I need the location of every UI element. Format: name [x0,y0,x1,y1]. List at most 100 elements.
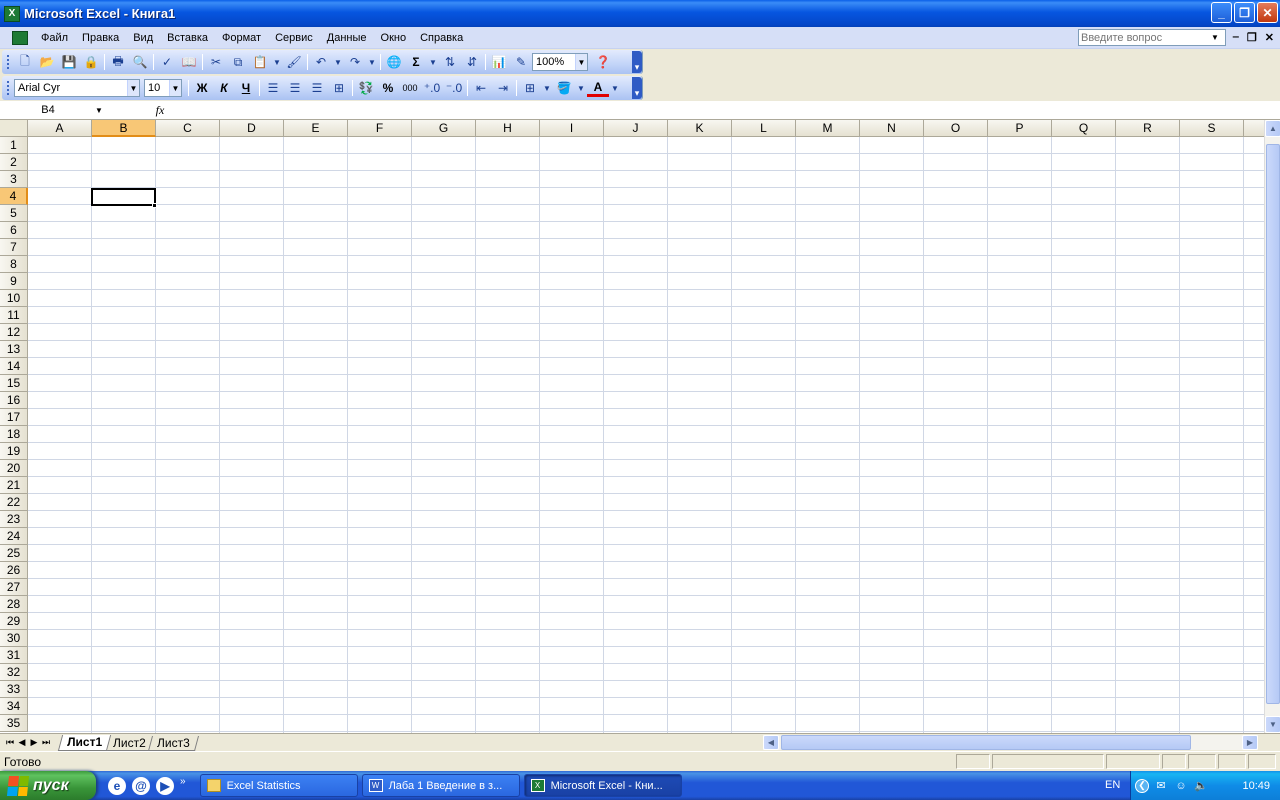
start-button[interactable]: пуск [0,771,96,800]
row-header-20[interactable]: 20 [0,460,28,477]
column-header-f[interactable]: F [348,120,412,137]
font-color-button[interactable]: A [587,79,609,97]
borders-icon[interactable]: ⊞ [519,78,541,98]
messenger-icon[interactable]: ☺ [1173,778,1189,794]
scroll-up-icon[interactable]: ▲ [1265,120,1280,137]
row-header-13[interactable]: 13 [0,341,28,358]
open-folder-icon[interactable]: 📂 [36,52,58,72]
worksheet-grid[interactable]: ABCDEFGHIJKLMNOPQRST 1234567891011121314… [0,120,1280,733]
save-icon[interactable]: 💾 [58,52,80,72]
row-header-21[interactable]: 21 [0,477,28,494]
column-header-n[interactable]: N [860,120,924,137]
increase-decimal-icon[interactable]: ⁺.0 [421,78,443,98]
row-header-23[interactable]: 23 [0,511,28,528]
paste-icon[interactable]: 📋 [249,52,271,72]
row-header-25[interactable]: 25 [0,545,28,562]
align-right-icon[interactable]: ☰ [306,78,328,98]
row-header-2[interactable]: 2 [0,154,28,171]
task-excel-statistics[interactable]: Excel Statistics [199,774,358,797]
new-file-icon[interactable]: 🗋 [14,52,36,72]
row-header-28[interactable]: 28 [0,596,28,613]
row-header-19[interactable]: 19 [0,443,28,460]
close-button[interactable]: ✕ [1257,2,1278,23]
bold-button[interactable]: Ж [191,78,213,98]
row-header-24[interactable]: 24 [0,528,28,545]
menu-window[interactable]: Окно [374,28,414,48]
doc-minimize-button[interactable]: ‒ [1233,31,1239,44]
comma-style-button[interactable]: 000 [399,78,421,98]
chevron-down-icon[interactable]: ▼ [127,80,139,96]
row-header-10[interactable]: 10 [0,290,28,307]
column-header-k[interactable]: K [668,120,732,137]
column-header-c[interactable]: C [156,120,220,137]
toolbar-options-icon[interactable]: ▾ [632,51,642,73]
name-box-value[interactable]: B4 [3,104,93,116]
row-header-17[interactable]: 17 [0,409,28,426]
minimize-button[interactable]: _ [1211,2,1232,23]
row-header-5[interactable]: 5 [0,205,28,222]
internet-explorer-icon[interactable]: e [108,776,126,795]
underline-button[interactable]: Ч [235,78,257,98]
language-indicator[interactable]: EN [1105,779,1120,791]
decrease-indent-icon[interactable]: ⇤ [470,78,492,98]
copy-icon[interactable]: ⧉ [227,52,249,72]
chevron-down-icon[interactable]: ▼ [93,103,105,118]
title-bar[interactable]: X Microsoft Excel - Книга1 _ ❐ ✕ [0,0,1280,27]
row-header-1[interactable]: 1 [0,137,28,154]
column-header-d[interactable]: D [220,120,284,137]
formula-input[interactable] [172,101,1278,119]
column-header-r[interactable]: R [1116,120,1180,137]
align-center-icon[interactable]: ☰ [284,78,306,98]
row-header-18[interactable]: 18 [0,426,28,443]
first-sheet-icon[interactable]: ⏮ [4,735,16,750]
research-icon[interactable]: 📖 [178,52,200,72]
sort-descending-icon[interactable]: ⇵ [461,52,483,72]
row-header-34[interactable]: 34 [0,698,28,715]
toolbar-grip[interactable] [6,80,10,96]
select-all-corner[interactable] [0,120,28,137]
outlook-express-icon[interactable]: @ [132,776,150,795]
excel-app-icon[interactable]: X [4,5,20,22]
row-header-6[interactable]: 6 [0,222,28,239]
column-header-o[interactable]: O [924,120,988,137]
column-header-j[interactable]: J [604,120,668,137]
permission-icon[interactable]: 🔒 [80,52,102,72]
task-word-doc[interactable]: W Лаба 1 Введение в з... [361,774,520,797]
prev-sheet-icon[interactable]: ◀ [16,735,28,750]
column-header-t[interactable]: T [1244,120,1264,137]
column-header-i[interactable]: I [540,120,604,137]
column-header-m[interactable]: M [796,120,860,137]
currency-icon[interactable]: 💱 [355,78,377,98]
chevron-down-icon[interactable]: ▼ [541,78,553,98]
zoom-select[interactable]: 100% ▼ [532,53,588,71]
row-header-27[interactable]: 27 [0,579,28,596]
row-header-29[interactable]: 29 [0,613,28,630]
chevron-down-icon[interactable]: ▼ [271,52,283,72]
row-header-16[interactable]: 16 [0,392,28,409]
chevron-down-icon[interactable]: ▼ [332,52,344,72]
row-header-8[interactable]: 8 [0,256,28,273]
chevron-down-icon[interactable]: ▼ [575,78,587,98]
chevron-down-icon[interactable]: ▼ [1209,30,1221,45]
menu-insert[interactable]: Вставка [160,28,215,48]
task-excel[interactable]: X Microsoft Excel - Кни... [523,774,682,797]
column-header-b[interactable]: B [92,120,156,137]
toolbar-grip[interactable] [6,54,10,70]
doc-restore-button[interactable]: ❐ [1247,31,1257,44]
next-sheet-icon[interactable]: ▶ [28,735,40,750]
tray-expand-icon[interactable]: ❮ [1135,778,1149,793]
chart-wizard-icon[interactable]: 📊 [488,52,510,72]
restore-button[interactable]: ❐ [1234,2,1255,23]
workbook-icon[interactable] [12,30,28,45]
chevron-down-icon[interactable]: ▼ [609,78,621,98]
menu-tools[interactable]: Сервис [268,28,320,48]
undo-icon[interactable]: ↶ [310,52,332,72]
volume-icon[interactable]: 🔈 [1193,778,1209,794]
italic-button[interactable]: К [213,78,235,98]
menu-view[interactable]: Вид [126,28,160,48]
font-size-select[interactable]: 10 ▼ [144,79,182,97]
horizontal-scroll-thumb[interactable] [781,735,1191,750]
sort-ascending-icon[interactable]: ⇅ [439,52,461,72]
quicklaunch-more-icon[interactable]: » [180,776,186,787]
row-header-31[interactable]: 31 [0,647,28,664]
